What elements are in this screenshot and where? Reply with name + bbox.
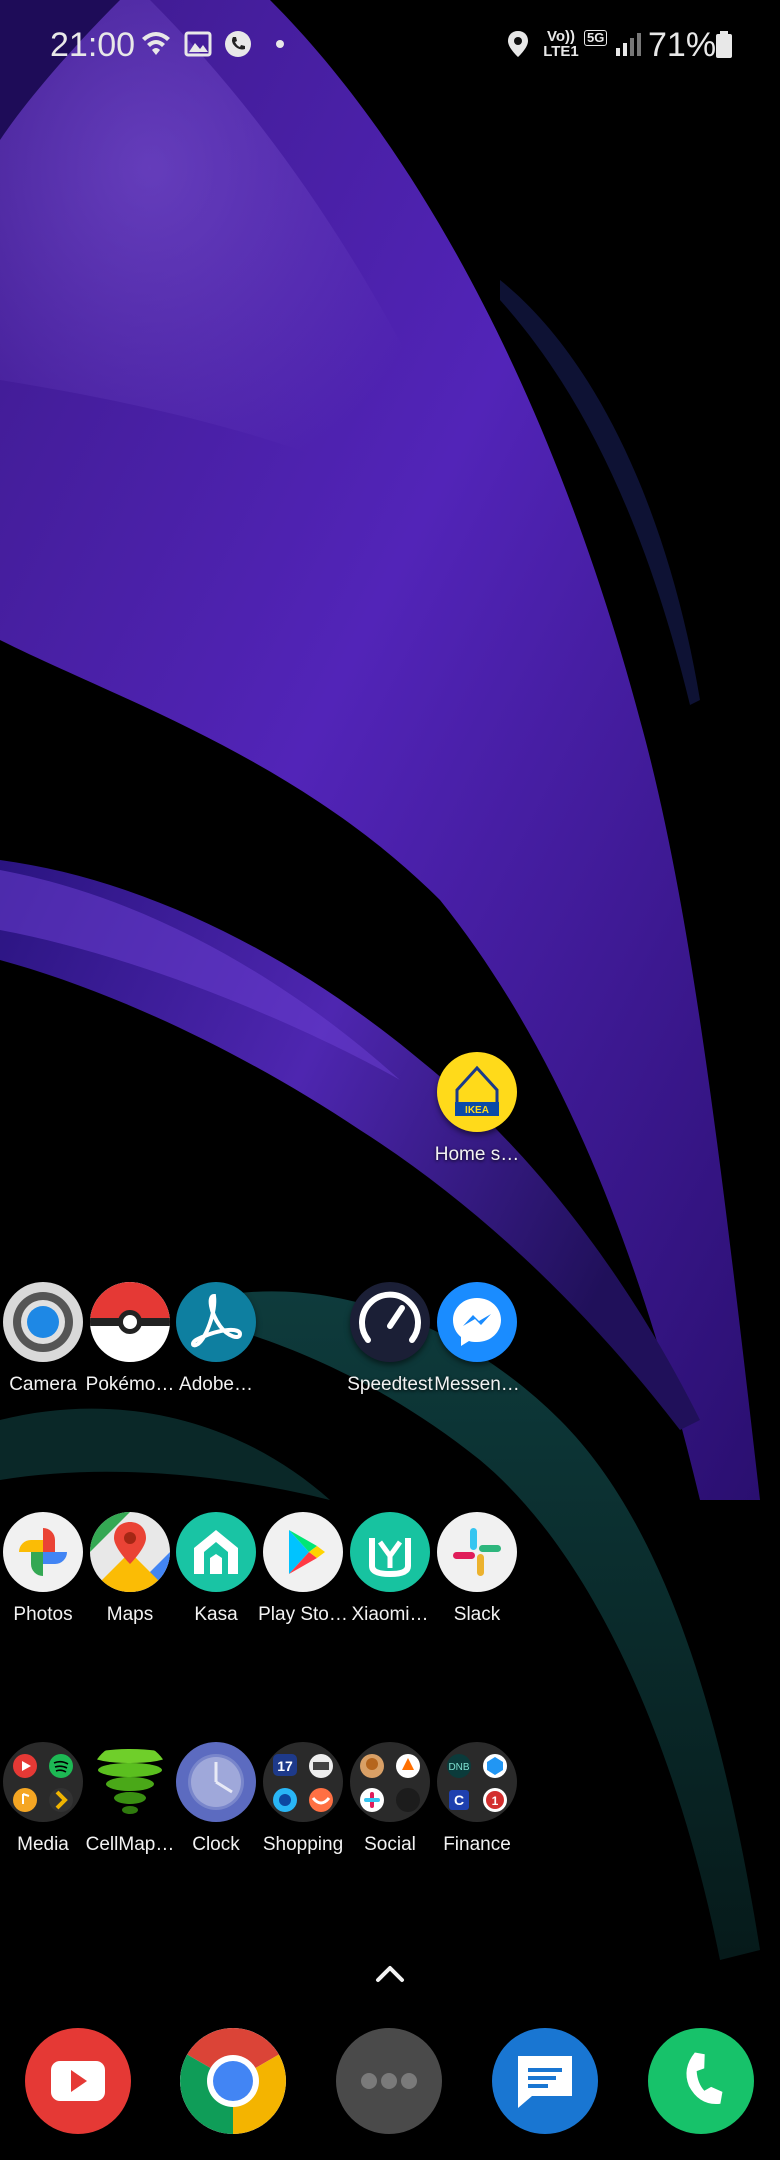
volte-indicator: Vo)) LTE1 <box>543 28 579 60</box>
finance-folder-icon: DNB C 1 <box>437 1742 517 1822</box>
svg-text:1: 1 <box>492 1794 499 1808</box>
photos-icon <box>3 1512 83 1592</box>
phone-icon[interactable] <box>648 2028 754 2134</box>
app-ikea-home-smart[interactable]: IKEA Home s… <box>434 1052 520 1166</box>
app-kasa[interactable]: Kasa <box>173 1512 259 1626</box>
folder-media[interactable]: Media <box>0 1742 86 1856</box>
social-folder-icon <box>350 1742 430 1822</box>
app-label: Adobe… <box>179 1374 253 1395</box>
app-label: Slack <box>453 1604 501 1625</box>
app-label: Messen… <box>434 1374 520 1395</box>
svg-text:DNB: DNB <box>448 1762 469 1773</box>
ikea-home-icon: IKEA <box>437 1052 517 1132</box>
svg-text:17: 17 <box>277 1758 293 1774</box>
folder-finance[interactable]: DNB C 1 Finance <box>434 1742 520 1856</box>
app-photos[interactable]: Photos <box>0 1512 86 1626</box>
camera-icon <box>3 1282 83 1362</box>
location-icon <box>508 31 528 57</box>
dot-icon <box>276 40 284 48</box>
pokeball-icon <box>90 1282 170 1362</box>
slack-icon <box>437 1512 517 1592</box>
messages-icon[interactable] <box>492 2028 598 2134</box>
app-messenger[interactable]: Messen… <box>434 1282 520 1396</box>
xiaomi-home-icon <box>350 1512 430 1592</box>
app-camera[interactable]: Camera <box>0 1282 86 1396</box>
more-apps-icon[interactable] <box>336 2028 442 2134</box>
wifi-icon <box>142 32 170 55</box>
app-adobe[interactable]: Adobe… <box>173 1282 259 1396</box>
app-label: Home s… <box>434 1144 520 1165</box>
battery-percent: 71% <box>648 26 717 64</box>
svg-text:C: C <box>454 1792 464 1808</box>
chrome-icon[interactable] <box>180 2028 286 2134</box>
svg-text:IKEA: IKEA <box>465 1105 489 1116</box>
app-slack[interactable]: Slack <box>434 1512 520 1626</box>
play-store-icon <box>263 1512 343 1592</box>
youtube-icon[interactable] <box>25 2028 131 2134</box>
app-clock[interactable]: Clock <box>173 1742 259 1856</box>
home-screen: 21:00 Vo)) LTE1 5G 71% IKEA Home s… Came… <box>0 0 780 2160</box>
shopping-folder-icon: 17 <box>263 1742 343 1822</box>
app-play-store[interactable]: Play Sto… <box>258 1512 348 1626</box>
folder-shopping[interactable]: 17 Shopping <box>260 1742 346 1856</box>
folder-social[interactable]: Social <box>347 1742 433 1856</box>
app-xiaomi-home[interactable]: Xiaomi… <box>347 1512 433 1626</box>
maps-icon <box>90 1512 170 1592</box>
app-label: Finance <box>443 1834 511 1855</box>
media-folder-icon <box>3 1742 83 1822</box>
status-time: 21:00 <box>50 26 136 64</box>
cellmapper-icon <box>90 1742 170 1822</box>
clock-icon <box>176 1742 256 1822</box>
call-icon <box>225 31 251 57</box>
adobe-acrobat-icon <box>176 1282 256 1362</box>
app-speedtest[interactable]: Speedtest <box>347 1282 433 1396</box>
kasa-icon <box>176 1512 256 1592</box>
battery-icon <box>716 31 732 58</box>
network-type: 5G <box>584 30 608 46</box>
status-bar: 21:00 Vo)) LTE1 5G 71% <box>0 0 780 92</box>
signal-icon <box>616 33 641 56</box>
image-icon <box>184 31 212 57</box>
app-drawer-chevron-up-icon[interactable] <box>372 1960 408 1986</box>
messenger-icon <box>437 1282 517 1362</box>
speedtest-icon <box>350 1282 430 1362</box>
